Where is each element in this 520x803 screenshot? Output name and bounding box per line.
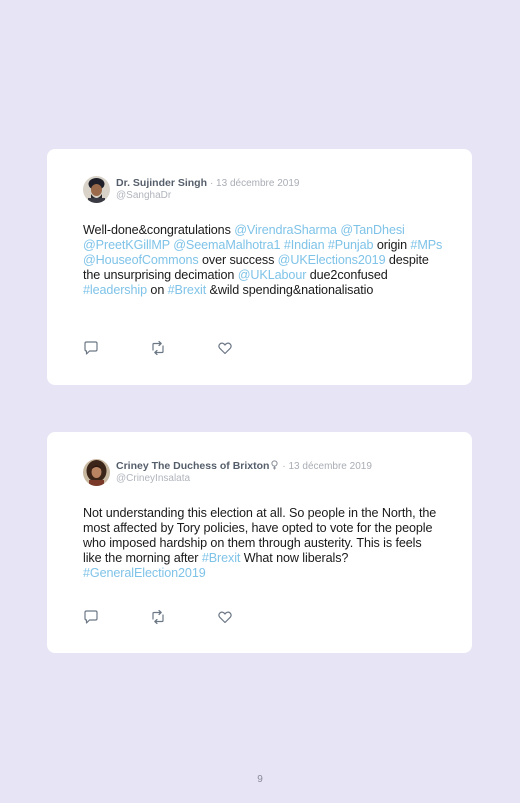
tweet-actions xyxy=(83,609,233,625)
retweet-icon[interactable] xyxy=(150,609,166,625)
woman-avatar-icon xyxy=(83,459,110,486)
hashtag-link[interactable]: #Indian xyxy=(284,238,325,252)
female-symbol-icon xyxy=(270,460,279,470)
hashtag-link[interactable]: #Brexit xyxy=(202,551,241,565)
hashtag-link[interactable]: #MPs xyxy=(410,238,442,252)
mention-link[interactable]: @SeemaMalhotra1 xyxy=(173,238,280,252)
avatar[interactable] xyxy=(83,459,110,486)
hashtag-link[interactable]: #leadership xyxy=(83,283,147,297)
author-block: Criney The Duchess of Brixton · 13 décem… xyxy=(116,460,372,485)
tweet-text-segment: on xyxy=(147,283,168,297)
author-line: Dr. Sujinder Singh · 13 décembre 2019 xyxy=(116,177,299,190)
display-name[interactable]: Criney The Duchess of Brixton xyxy=(116,460,269,472)
hashtag-link[interactable]: #Brexit xyxy=(168,283,207,297)
user-handle[interactable]: @SanghaDr xyxy=(116,190,299,202)
tweet-text: Not understanding this election at all. … xyxy=(83,506,443,581)
tweet-text-segment: Well-done&congratulations xyxy=(83,223,235,237)
tweet-card: Dr. Sujinder Singh · 13 décembre 2019 @S… xyxy=(47,149,472,385)
author-block: Dr. Sujinder Singh · 13 décembre 2019 @S… xyxy=(116,177,299,202)
retweet-icon[interactable] xyxy=(150,340,166,356)
tweet-text-segment: What now liberals? xyxy=(240,551,349,565)
user-handle[interactable]: @CrineyInsalata xyxy=(116,473,372,485)
hashtag-link[interactable]: #GeneralElection2019 xyxy=(83,566,206,580)
tweet-text-segment: due2confused xyxy=(306,268,388,282)
reply-icon[interactable] xyxy=(83,340,99,356)
author-line: Criney The Duchess of Brixton · 13 décem… xyxy=(116,460,372,473)
tweet-header: Dr. Sujinder Singh · 13 décembre 2019 @S… xyxy=(83,176,299,203)
tweet-text: Well-done&congratulations @VirendraSharm… xyxy=(83,223,443,298)
tweet-text-segment: over success xyxy=(198,253,278,267)
mention-link[interactable]: @UKLabour xyxy=(238,268,307,282)
tweet-header: Criney The Duchess of Brixton · 13 décem… xyxy=(83,459,372,486)
hashtag-link[interactable]: #Punjab xyxy=(328,238,374,252)
tweet-date[interactable]: · 13 décembre 2019 xyxy=(282,461,372,472)
page: Dr. Sujinder Singh · 13 décembre 2019 @S… xyxy=(0,0,520,803)
tweet-text-segment: origin xyxy=(373,238,411,252)
tweet-card: Criney The Duchess of Brixton · 13 décem… xyxy=(47,432,472,653)
like-icon[interactable] xyxy=(217,609,233,625)
mention-link[interactable]: @HouseofCommons xyxy=(83,253,199,267)
tweet-text-segment: &wild spending&nationalisatio xyxy=(206,283,374,297)
display-name[interactable]: Dr. Sujinder Singh xyxy=(116,177,207,189)
person-with-turban-avatar-icon xyxy=(83,176,110,203)
tweet-actions xyxy=(83,340,233,356)
mention-link[interactable]: @PreetKGillMP xyxy=(83,238,170,252)
mention-link[interactable]: @UKElections2019 xyxy=(278,253,386,267)
tweet-date[interactable]: · 13 décembre 2019 xyxy=(210,178,300,189)
mention-link[interactable]: @VirendraSharma xyxy=(234,223,337,237)
page-number: 9 xyxy=(257,774,263,785)
mention-link[interactable]: @TanDhesi xyxy=(340,223,404,237)
like-icon[interactable] xyxy=(217,340,233,356)
reply-icon[interactable] xyxy=(83,609,99,625)
avatar[interactable] xyxy=(83,176,110,203)
